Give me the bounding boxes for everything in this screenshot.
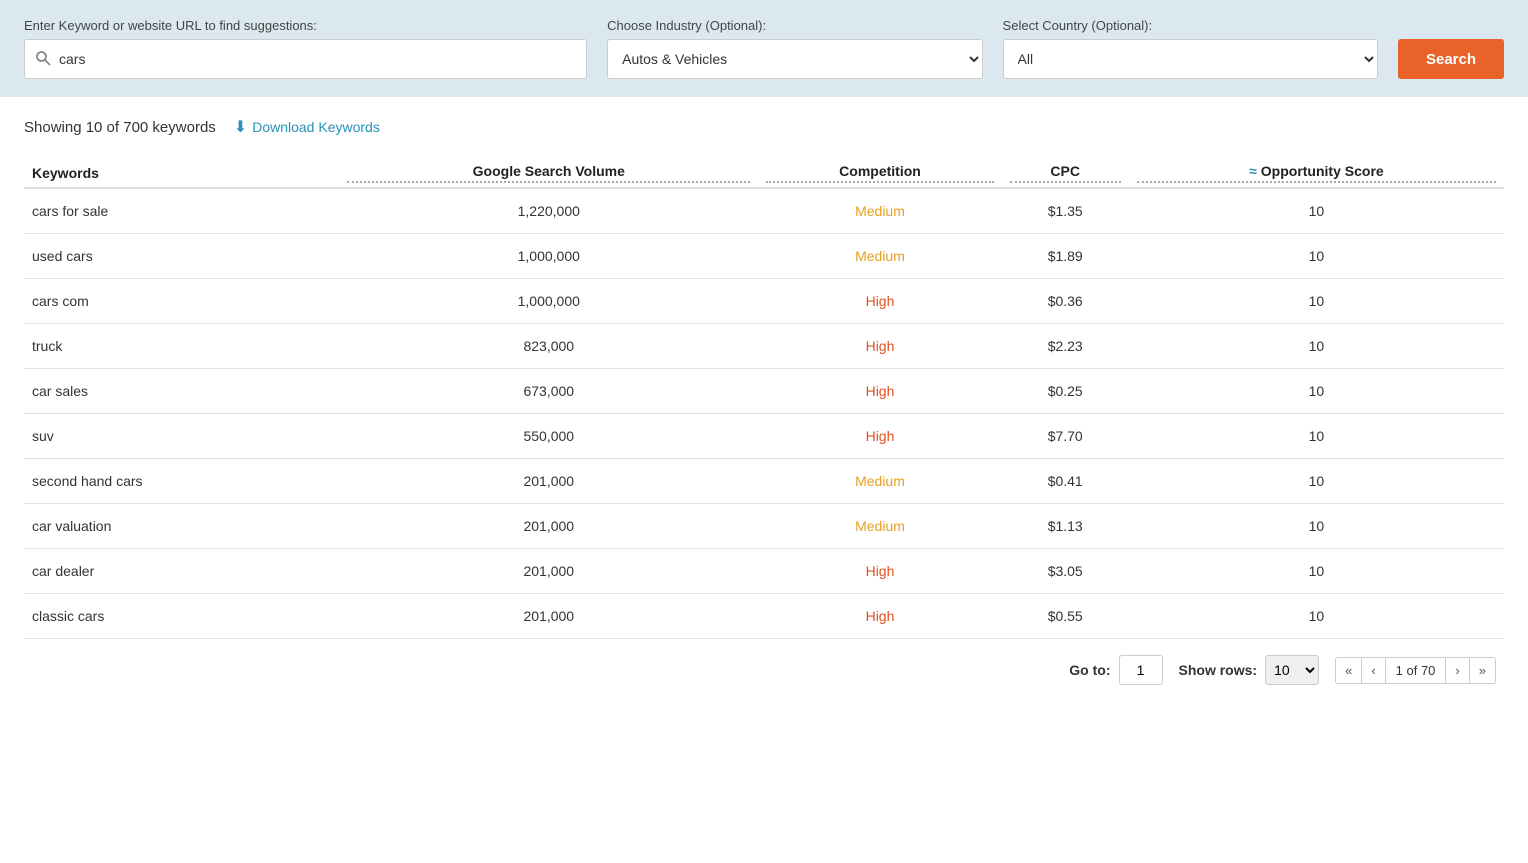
table-row: used cars 1,000,000 Medium $1.89 10 xyxy=(24,234,1504,279)
cell-competition: High xyxy=(758,279,1001,324)
showrows-dropdown[interactable]: 5 10 25 50 100 xyxy=(1265,655,1319,685)
cell-opportunity: 10 xyxy=(1129,324,1504,369)
download-icon: ⬇ xyxy=(234,117,247,137)
col-header-cpc: CPC xyxy=(1002,153,1129,188)
cell-volume: 1,000,000 xyxy=(339,279,758,324)
search-input-wrapper xyxy=(24,39,587,79)
results-header: Showing 10 of 700 keywords ⬇ Download Ke… xyxy=(24,117,1504,137)
table-row: cars com 1,000,000 High $0.36 10 xyxy=(24,279,1504,324)
cell-volume: 201,000 xyxy=(339,594,758,639)
opportunity-icon: ≈ xyxy=(1249,163,1257,179)
goto-input[interactable] xyxy=(1119,655,1163,685)
table-row: suv 550,000 High $7.70 10 xyxy=(24,414,1504,459)
col-header-opportunity: ≈Opportunity Score xyxy=(1129,153,1504,188)
cell-cpc: $0.25 xyxy=(1002,369,1129,414)
showrows-label: Show rows: xyxy=(1179,662,1258,678)
cell-keyword: used cars xyxy=(24,234,339,279)
keyword-label: Enter Keyword or website URL to find sug… xyxy=(24,18,587,33)
table-row: classic cars 201,000 High $0.55 10 xyxy=(24,594,1504,639)
country-label: Select Country (Optional): xyxy=(1003,18,1378,33)
table-row: car dealer 201,000 High $3.05 10 xyxy=(24,549,1504,594)
cell-competition: High xyxy=(758,594,1001,639)
table-row: car valuation 201,000 Medium $1.13 10 xyxy=(24,504,1504,549)
cell-keyword: cars com xyxy=(24,279,339,324)
cell-keyword: car sales xyxy=(24,369,339,414)
pager-first-button[interactable]: « xyxy=(1336,658,1362,683)
cell-opportunity: 10 xyxy=(1129,594,1504,639)
cell-cpc: $1.13 xyxy=(1002,504,1129,549)
pagination-row: Go to: Show rows: 5 10 25 50 100 « ‹ 1 o… xyxy=(24,639,1504,701)
cell-competition: High xyxy=(758,324,1001,369)
cell-competition: Medium xyxy=(758,459,1001,504)
table-row: cars for sale 1,220,000 Medium $1.35 10 xyxy=(24,188,1504,234)
cell-opportunity: 10 xyxy=(1129,549,1504,594)
showrows-section: Show rows: 5 10 25 50 100 xyxy=(1179,655,1320,685)
cell-volume: 201,000 xyxy=(339,504,758,549)
download-keywords-link[interactable]: ⬇ Download Keywords xyxy=(234,117,380,137)
cell-opportunity: 10 xyxy=(1129,459,1504,504)
keyword-section: Enter Keyword or website URL to find sug… xyxy=(24,18,587,79)
country-section: Select Country (Optional): All United St… xyxy=(1003,18,1378,79)
cell-competition: High xyxy=(758,414,1001,459)
cell-keyword: second hand cars xyxy=(24,459,339,504)
industry-dropdown[interactable]: Autos & Vehicles All Business & Industri… xyxy=(607,39,982,79)
pager: « ‹ 1 of 70 › » xyxy=(1335,657,1496,684)
cell-keyword: truck xyxy=(24,324,339,369)
cell-opportunity: 10 xyxy=(1129,369,1504,414)
cell-keyword: cars for sale xyxy=(24,188,339,234)
cell-competition: Medium xyxy=(758,234,1001,279)
search-button[interactable]: Search xyxy=(1398,39,1504,79)
cell-cpc: $1.89 xyxy=(1002,234,1129,279)
industry-label: Choose Industry (Optional): xyxy=(607,18,982,33)
table-row: car sales 673,000 High $0.25 10 xyxy=(24,369,1504,414)
cell-cpc: $7.70 xyxy=(1002,414,1129,459)
cell-cpc: $0.36 xyxy=(1002,279,1129,324)
cell-opportunity: 10 xyxy=(1129,279,1504,324)
keywords-table: Keywords Google Search Volume Competitio… xyxy=(24,153,1504,639)
results-count: Showing 10 of 700 keywords xyxy=(24,119,216,136)
cell-cpc: $3.05 xyxy=(1002,549,1129,594)
col-header-volume: Google Search Volume xyxy=(339,153,758,188)
search-icon xyxy=(35,50,51,69)
table-row: second hand cars 201,000 Medium $0.41 10 xyxy=(24,459,1504,504)
cell-cpc: $1.35 xyxy=(1002,188,1129,234)
results-area: Showing 10 of 700 keywords ⬇ Download Ke… xyxy=(0,97,1528,701)
cell-cpc: $0.41 xyxy=(1002,459,1129,504)
cell-competition: Medium xyxy=(758,504,1001,549)
country-dropdown[interactable]: All United States United Kingdom Canada … xyxy=(1003,39,1378,79)
cell-competition: Medium xyxy=(758,188,1001,234)
col-header-keywords: Keywords xyxy=(24,153,339,188)
cell-cpc: $2.23 xyxy=(1002,324,1129,369)
cell-volume: 823,000 xyxy=(339,324,758,369)
pager-info: 1 of 70 xyxy=(1386,658,1447,683)
pager-prev-button[interactable]: ‹ xyxy=(1362,658,1385,683)
cell-competition: High xyxy=(758,369,1001,414)
search-area: Enter Keyword or website URL to find sug… xyxy=(0,0,1528,97)
cell-keyword: classic cars xyxy=(24,594,339,639)
cell-opportunity: 10 xyxy=(1129,234,1504,279)
col-header-competition: Competition xyxy=(758,153,1001,188)
cell-volume: 550,000 xyxy=(339,414,758,459)
table-row: truck 823,000 High $2.23 10 xyxy=(24,324,1504,369)
cell-cpc: $0.55 xyxy=(1002,594,1129,639)
cell-keyword: car dealer xyxy=(24,549,339,594)
cell-opportunity: 10 xyxy=(1129,414,1504,459)
pager-last-button[interactable]: » xyxy=(1470,658,1495,683)
cell-competition: High xyxy=(758,549,1001,594)
goto-label: Go to: xyxy=(1069,662,1110,678)
cell-opportunity: 10 xyxy=(1129,504,1504,549)
goto-section: Go to: xyxy=(1069,655,1162,685)
cell-keyword: car valuation xyxy=(24,504,339,549)
cell-volume: 1,000,000 xyxy=(339,234,758,279)
cell-volume: 1,220,000 xyxy=(339,188,758,234)
industry-section: Choose Industry (Optional): Autos & Vehi… xyxy=(607,18,982,79)
keyword-input[interactable] xyxy=(59,51,576,67)
cell-keyword: suv xyxy=(24,414,339,459)
cell-volume: 673,000 xyxy=(339,369,758,414)
cell-volume: 201,000 xyxy=(339,459,758,504)
cell-opportunity: 10 xyxy=(1129,188,1504,234)
pager-next-button[interactable]: › xyxy=(1446,658,1469,683)
cell-volume: 201,000 xyxy=(339,549,758,594)
